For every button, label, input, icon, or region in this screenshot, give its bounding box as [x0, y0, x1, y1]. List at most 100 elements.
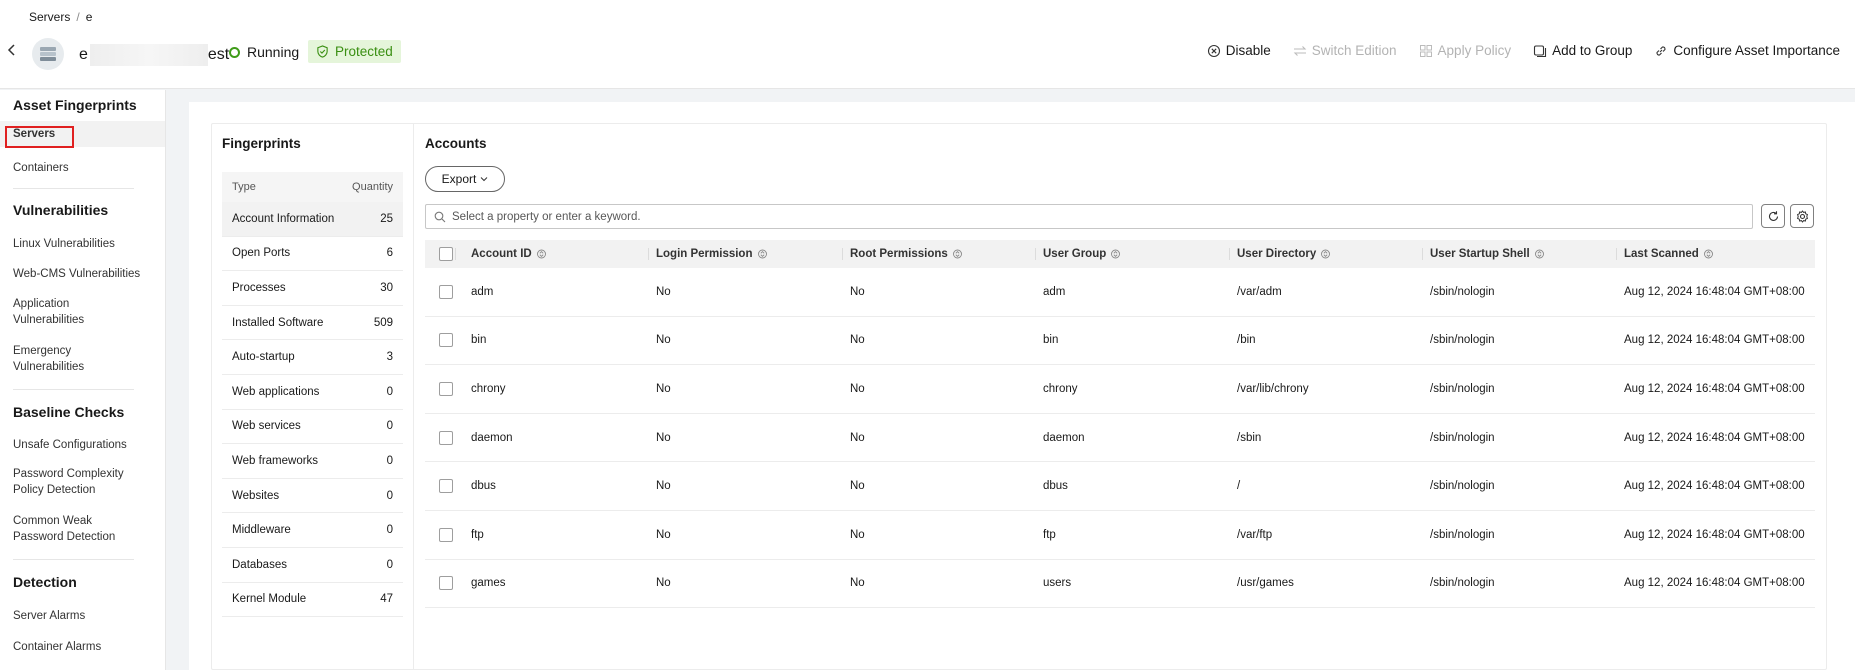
column-header-last-scanned[interactable]: Last Scanned	[1616, 240, 1815, 268]
column-header-login-permission[interactable]: Login Permission	[648, 240, 842, 268]
fingerprint-row[interactable]: Web frameworks 0	[222, 444, 403, 479]
fingerprint-row[interactable]: Installed Software 509	[222, 306, 403, 341]
column-header-root-permissions[interactable]: Root Permissions	[842, 240, 1035, 268]
switch-edition-button[interactable]: Switch Edition	[1293, 43, 1397, 58]
sort-icon	[1703, 249, 1713, 259]
fingerprint-quantity: 0	[386, 420, 393, 433]
fingerprint-quantity: 30	[380, 281, 393, 294]
apply-policy-label: Apply Policy	[1437, 43, 1512, 58]
nav-item-container-alarms[interactable]: Container Alarms	[0, 639, 101, 655]
cell-user-directory: /bin	[1237, 334, 1256, 347]
table-row: bin No No bin/bin/sbin/nologin Aug 12, 2024 …	[425, 317, 1815, 366]
server-name: e est	[79, 44, 229, 66]
nav-item-server-alarms[interactable]: Server Alarms	[0, 608, 85, 624]
cell-user-startup-shell: /sbin/nologin	[1430, 431, 1495, 444]
nav-item-containers[interactable]: Containers	[0, 160, 69, 176]
cell-login-permission: No	[656, 285, 671, 298]
fingerprint-quantity: 0	[386, 454, 393, 467]
fingerprint-quantity: 6	[386, 247, 393, 260]
row-checkbox[interactable]	[439, 576, 453, 591]
row-checkbox[interactable]	[439, 430, 453, 445]
fingerprint-row[interactable]: Databases 0	[222, 548, 403, 583]
cell-user-group: users	[1043, 577, 1072, 590]
server-name-prefix: e	[79, 46, 88, 63]
cell-user-group: bin	[1043, 334, 1059, 347]
nav-section-vulnerabilities: Vulnerabilities	[13, 202, 109, 218]
cell-root-permissions: No	[850, 382, 865, 395]
status-dot-icon	[229, 46, 240, 58]
cell-login-permission: No	[656, 480, 671, 493]
disable-button[interactable]: Disable	[1207, 43, 1271, 58]
cell-account-id: bin	[471, 334, 487, 347]
fingerprint-row[interactable]: Auto-startup 3	[222, 340, 403, 375]
cell-user-directory: /sbin	[1237, 431, 1262, 444]
fingerprint-row[interactable]: Open Ports 6	[222, 237, 403, 272]
fingerprint-row[interactable]: Processes 30	[222, 271, 403, 306]
fingerprint-row[interactable]: Kernel Module 47	[222, 583, 403, 618]
apply-policy-button[interactable]: Apply Policy	[1419, 43, 1512, 58]
status-text: Running	[247, 44, 300, 60]
cell-user-startup-shell: /sbin/nologin	[1430, 528, 1495, 541]
fingerprints-col-type: Type	[232, 181, 256, 193]
configure-asset-importance-button[interactable]: Configure Asset Importance	[1654, 43, 1840, 58]
refresh-icon	[1768, 210, 1778, 221]
row-checkbox[interactable]	[439, 333, 453, 348]
group-icon	[1534, 44, 1547, 57]
nav-item-application-vulnerabilities[interactable]: Application Vulnerabilities	[0, 296, 84, 328]
fingerprint-type: Middleware	[232, 524, 291, 537]
cell-user-directory: /var/adm	[1237, 285, 1282, 298]
redacted-block	[89, 44, 208, 66]
back-arrow-icon[interactable]	[4, 42, 20, 58]
fingerprint-row[interactable]: Account Information 25	[222, 202, 403, 237]
search-button[interactable]	[1761, 204, 1785, 228]
header-actions: Disable Switch Edition Apply Policy Add …	[1207, 43, 1840, 58]
switch-edition-label: Switch Edition	[1311, 43, 1397, 58]
cell-login-permission: No	[656, 577, 671, 590]
cell-login-permission: No	[656, 382, 671, 395]
fingerprint-row[interactable]: Middleware 0	[222, 513, 403, 548]
nav-item-emergency-line1: Emergency	[13, 345, 72, 357]
cell-last-scanned: Aug 12, 2024 16:48:04 GMT+08:00	[1624, 431, 1805, 444]
link-icon	[1656, 45, 1666, 56]
nav-item-emergency-vulnerabilities[interactable]: Emergency Vulnerabilities	[0, 343, 84, 375]
row-checkbox[interactable]	[439, 284, 453, 299]
add-to-group-button[interactable]: Add to Group	[1533, 43, 1632, 58]
cell-login-permission: No	[656, 528, 671, 541]
export-button-label: Export	[441, 172, 477, 186]
column-header-account-id[interactable]: Account ID	[455, 240, 648, 268]
gear-icon	[1796, 209, 1808, 223]
nav-item-linux-vulnerabilities[interactable]: Linux Vulnerabilities	[0, 236, 115, 252]
column-header-user-group[interactable]: User Group	[1035, 240, 1229, 268]
nav-item-application-line1: Application	[13, 298, 70, 310]
row-checkbox[interactable]	[439, 527, 453, 542]
settings-button[interactable]	[1790, 204, 1814, 228]
nav-item-password-complexity[interactable]: Password Complexity Policy Detection	[0, 466, 124, 498]
row-checkbox[interactable]	[439, 479, 453, 494]
protected-badge: Protected	[308, 40, 401, 63]
column-header-user-directory[interactable]: User Directory	[1229, 240, 1422, 268]
nav-item-unsafe-configurations[interactable]: Unsafe Configurations	[0, 437, 127, 453]
fingerprint-row[interactable]: Websites 0	[222, 479, 403, 514]
search-input[interactable]	[452, 210, 1732, 223]
nav-item-weak-password-line1: Common Weak	[13, 515, 93, 527]
fingerprint-row[interactable]: Web services 0	[222, 410, 403, 445]
row-select-cell	[425, 560, 455, 608]
fingerprint-row[interactable]: Web applications 0	[222, 375, 403, 410]
table-row: adm No No adm/var/adm/sbin/nologin Aug 12, 2…	[425, 268, 1815, 317]
row-checkbox[interactable]	[439, 381, 453, 396]
column-header-user-startup-shell[interactable]: User Startup Shell	[1422, 240, 1616, 268]
select-all-checkbox[interactable]	[439, 247, 453, 261]
fingerprints-table: Type Quantity Account Information 25 Open …	[222, 172, 403, 618]
nav-section-baseline-checks: Baseline Checks	[13, 404, 125, 420]
breadcrumb-servers-link[interactable]: Servers	[29, 10, 70, 24]
server-icon	[32, 38, 64, 70]
status-running: Running	[229, 44, 299, 60]
cell-user-startup-shell: /sbin/nologin	[1430, 285, 1495, 298]
export-button[interactable]: Export	[425, 166, 505, 192]
fingerprint-quantity: 25	[380, 212, 393, 225]
fingerprint-quantity: 0	[386, 524, 393, 537]
sort-icon	[757, 249, 767, 259]
nav-item-weak-password-detection[interactable]: Common Weak Password Detection	[0, 513, 115, 545]
nav-item-webcms-vulnerabilities[interactable]: Web-CMS Vulnerabilities	[0, 266, 140, 282]
sort-icon	[952, 249, 962, 259]
